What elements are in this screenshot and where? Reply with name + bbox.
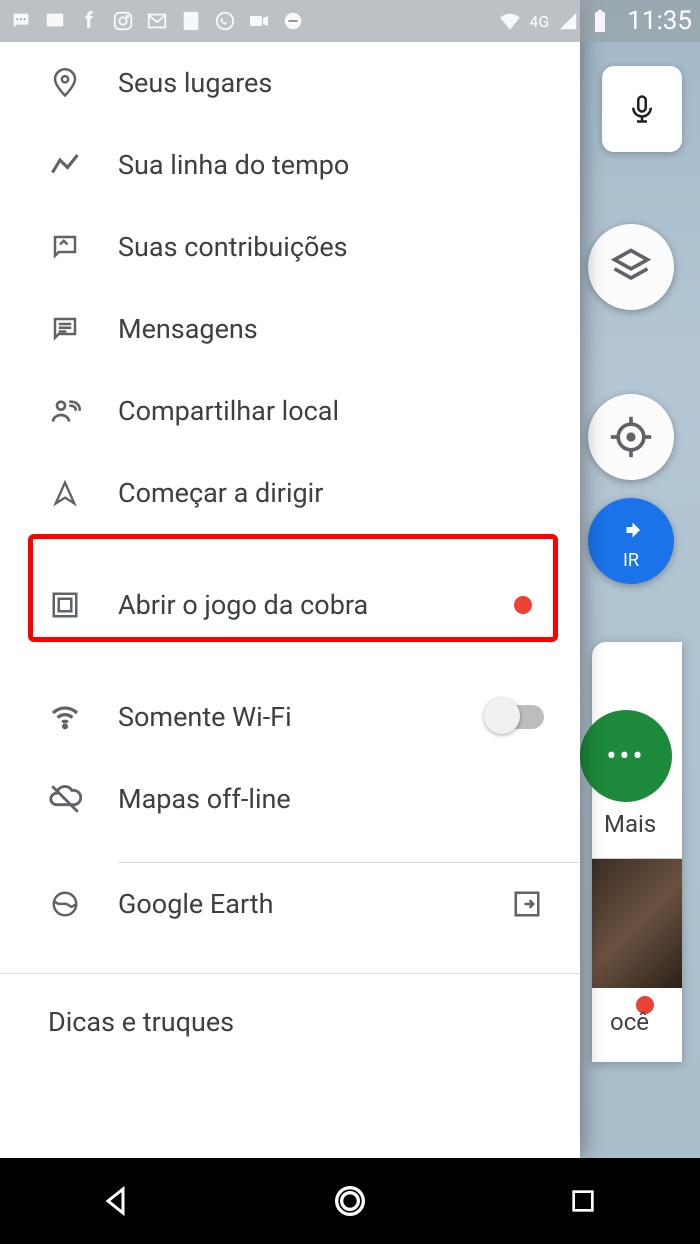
android-navigation-bar: [0, 1158, 700, 1244]
menu-share-location[interactable]: Compartilhar local: [0, 370, 580, 452]
menu-contributions[interactable]: Suas contribuições: [0, 206, 580, 288]
more-circle-button[interactable]: •••: [580, 710, 672, 802]
locate-me-button[interactable]: [588, 394, 674, 480]
nav-home-button[interactable]: [320, 1171, 380, 1231]
layers-button[interactable]: [588, 224, 674, 310]
menu-timeline[interactable]: Sua linha do tempo: [0, 124, 580, 206]
whatsapp-icon: [212, 8, 238, 34]
dnd-icon: [280, 8, 306, 34]
navigation-drawer: Seus lugares Sua linha do tempo Suas con…: [0, 0, 580, 1158]
mic-icon: [627, 89, 657, 129]
status-bar: f 4G 11:35: [0, 0, 700, 42]
layers-icon: [609, 245, 653, 289]
crosshair-icon: [609, 415, 653, 459]
new-feature-dot-icon: [514, 596, 532, 614]
snake-game-icon: [48, 588, 82, 622]
instagram-icon: [110, 8, 136, 34]
contributions-icon: [48, 230, 82, 264]
phone-icon: [178, 8, 204, 34]
menu-offline-maps[interactable]: Mapas off-line: [0, 758, 580, 840]
share-location-icon: [48, 394, 82, 428]
directions-icon: [613, 512, 649, 548]
nav-recents-button[interactable]: [553, 1171, 613, 1231]
menu-start-driving[interactable]: Começar a dirigir: [0, 452, 580, 534]
pin-icon: [48, 66, 82, 100]
explore-card[interactable]: ••• Mais ocê: [592, 642, 682, 1062]
notification-sms-icon: [8, 8, 34, 34]
cloud-off-icon: [48, 782, 82, 816]
menu-messages[interactable]: Mensagens: [0, 288, 580, 370]
section-tips[interactable]: Dicas e truques: [0, 974, 580, 1038]
menu-label: Somente Wi-Fi: [118, 701, 448, 733]
place-thumbnail[interactable]: [592, 858, 682, 988]
notification-chat-icon: [42, 8, 68, 34]
menu-label: Google Earth: [118, 888, 476, 920]
wifi-only-toggle[interactable]: [484, 698, 552, 736]
wifi-icon: [48, 700, 82, 734]
wifi-signal-icon: [497, 8, 523, 34]
gmail-icon: [144, 8, 170, 34]
menu-your-places[interactable]: Seus lugares: [0, 42, 580, 124]
navigation-arrow-icon: [48, 476, 82, 510]
menu-label: Mapas off-line: [118, 783, 552, 815]
go-label: IR: [623, 550, 639, 571]
menu-snake-game[interactable]: Abrir o jogo da cobra: [0, 564, 580, 646]
battery-icon: [587, 8, 613, 34]
menu-label: Compartilhar local: [118, 395, 552, 427]
menu-label: Sua linha do tempo: [118, 149, 552, 181]
search-voice-button[interactable]: [602, 66, 682, 152]
timeline-icon: [48, 148, 82, 182]
more-label: Mais: [604, 810, 656, 838]
earth-icon: [48, 887, 82, 921]
facebook-icon: f: [76, 8, 102, 34]
directions-go-button[interactable]: IR: [588, 498, 674, 584]
cell-signal-icon: [555, 8, 581, 34]
menu-label: Mensagens: [118, 313, 552, 345]
menu-label: Seus lugares: [118, 67, 552, 99]
for-you-label-fragment: ocê: [610, 1008, 649, 1036]
signal-4g-label: 4G: [529, 12, 549, 31]
clock-time: 11:35: [627, 6, 692, 36]
menu-label: Suas contribuições: [118, 231, 552, 263]
menu-label: Abrir o jogo da cobra: [118, 589, 478, 621]
menu-google-earth[interactable]: Google Earth: [0, 863, 580, 945]
video-icon: [246, 8, 272, 34]
menu-label: Começar a dirigir: [118, 477, 552, 509]
open-external-icon: [512, 889, 542, 919]
messages-icon: [48, 312, 82, 346]
nav-back-button[interactable]: [87, 1171, 147, 1231]
menu-wifi-only[interactable]: Somente Wi-Fi: [0, 676, 580, 758]
